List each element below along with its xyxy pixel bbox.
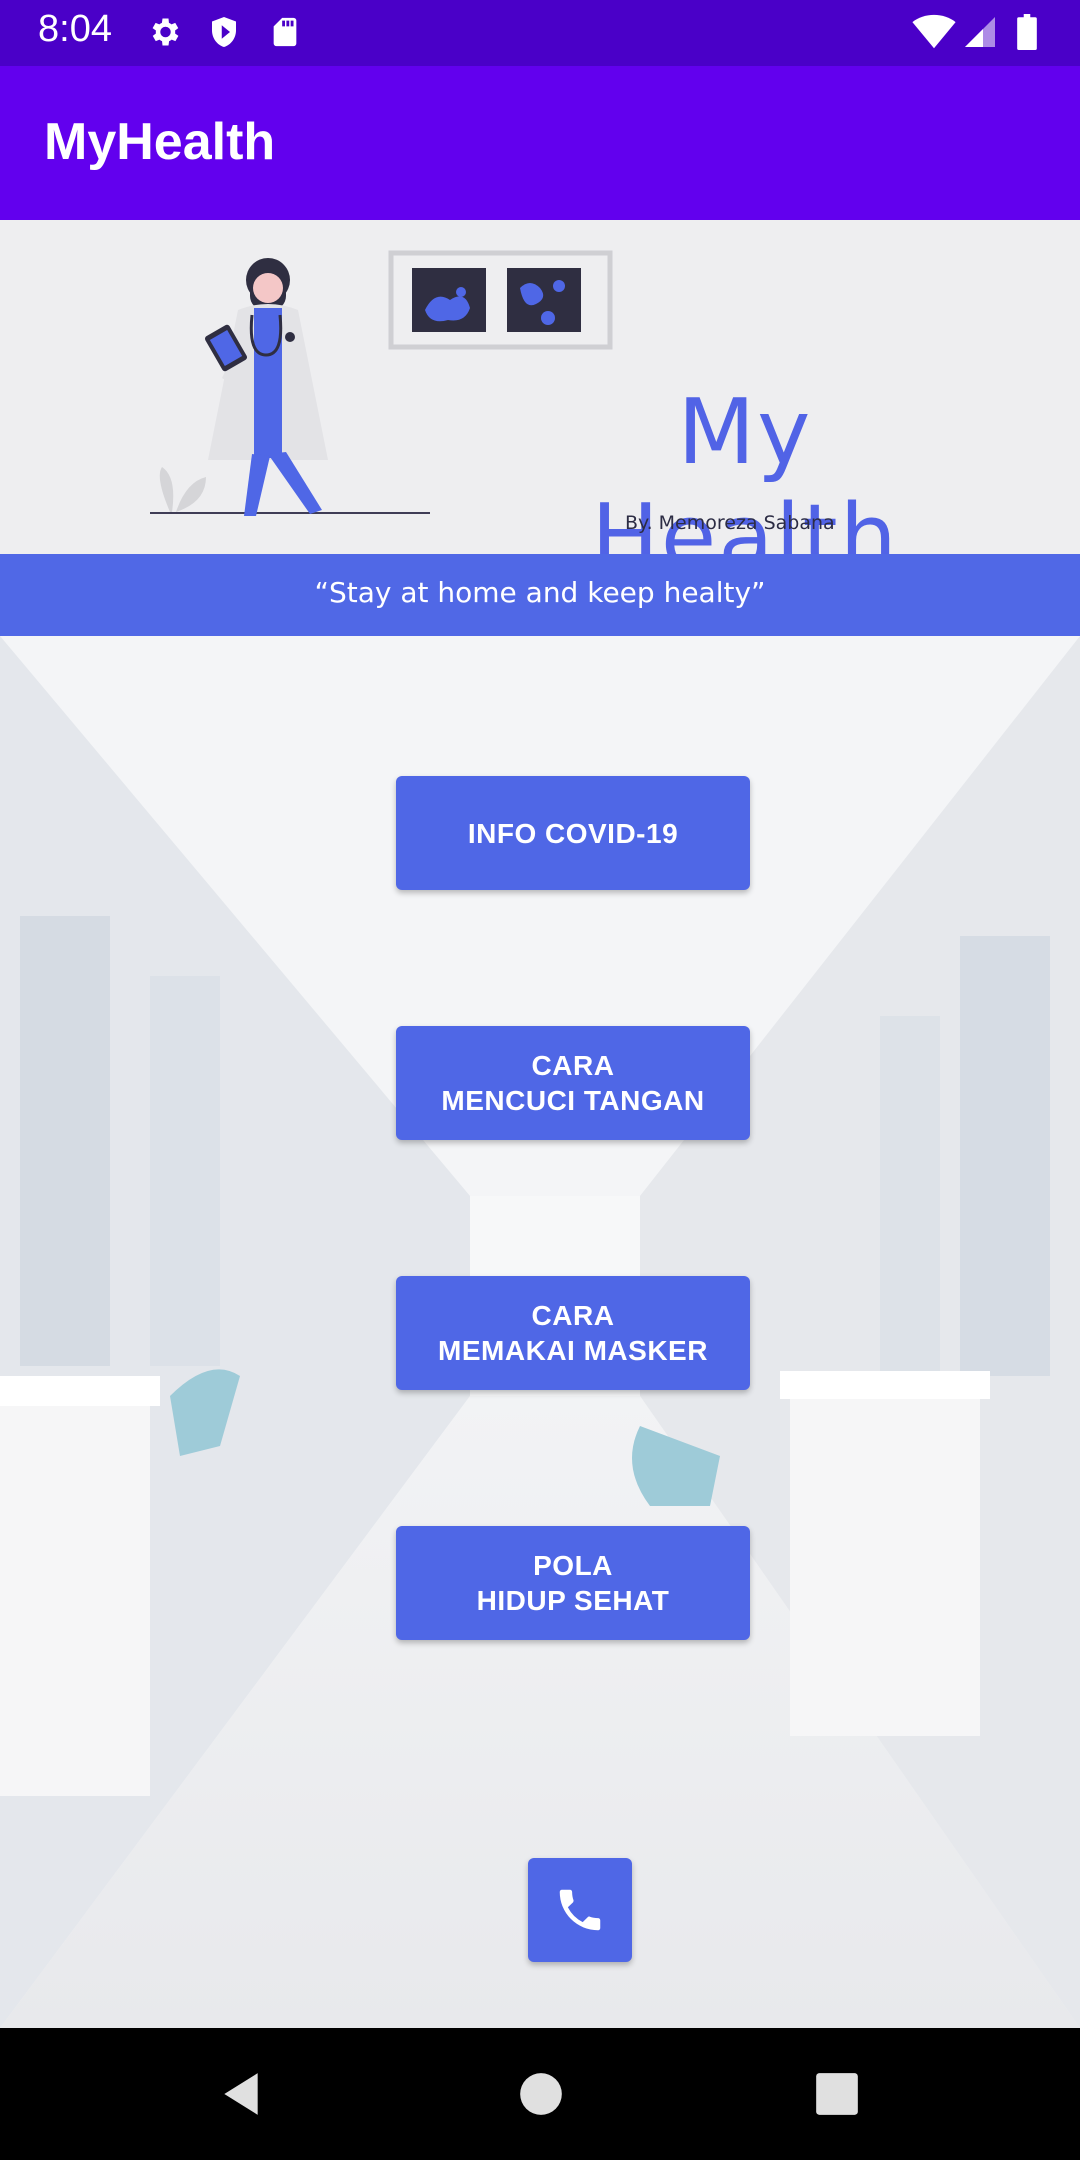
cell-signal-icon xyxy=(965,17,995,47)
app-title: MyHealth xyxy=(44,113,276,171)
wear-mask-label-line2: MEMAKAI MASKER xyxy=(438,1335,708,1366)
call-button[interactable] xyxy=(528,1858,632,1962)
healthy-lifestyle-label-line2: HIDUP SEHAT xyxy=(476,1585,670,1616)
healthy-lifestyle-label-line1: POLA xyxy=(533,1550,613,1581)
healthy-lifestyle-button[interactable]: POLA HIDUP SEHAT xyxy=(396,1526,750,1640)
recents-icon[interactable] xyxy=(812,2068,862,2120)
hand-washing-button[interactable]: CARA MENCUCI TANGAN xyxy=(396,1026,750,1140)
shield-icon xyxy=(212,17,236,47)
status-bar: 8:04 xyxy=(0,0,1080,66)
gear-icon xyxy=(152,18,179,46)
main-content: INFO COVID-19 CARA MENCUCI TANGAN CARA M… xyxy=(0,636,1080,2028)
phone-icon xyxy=(559,1889,601,1931)
sd-card-icon xyxy=(273,17,297,47)
home-icon[interactable] xyxy=(516,2068,566,2120)
battery-icon xyxy=(1017,14,1037,50)
info-covid-label: INFO COVID-19 xyxy=(467,817,679,849)
info-covid-button[interactable]: INFO COVID-19 xyxy=(396,776,750,890)
quote-text: “Stay at home and keep healty” xyxy=(314,576,766,609)
quote-bar: “Stay at home and keep healty” xyxy=(0,554,1080,636)
back-icon[interactable] xyxy=(216,2068,266,2120)
wear-mask-button[interactable]: CARA MEMAKAI MASKER xyxy=(396,1276,750,1390)
wear-mask-label-line1: CARA xyxy=(531,1300,615,1331)
hand-washing-label-line2: MENCUCI TANGAN xyxy=(441,1085,705,1116)
status-time: 8:04 xyxy=(38,8,112,50)
header-banner: My Health By. Memoreza Sabana xyxy=(0,220,1080,554)
navigation-bar xyxy=(0,2028,1080,2160)
wifi-icon xyxy=(912,14,956,49)
banner-author: By. Memoreza Sabana xyxy=(625,512,835,534)
app-bar: MyHealth xyxy=(0,66,1080,220)
hand-washing-label-line1: CARA xyxy=(531,1050,615,1081)
